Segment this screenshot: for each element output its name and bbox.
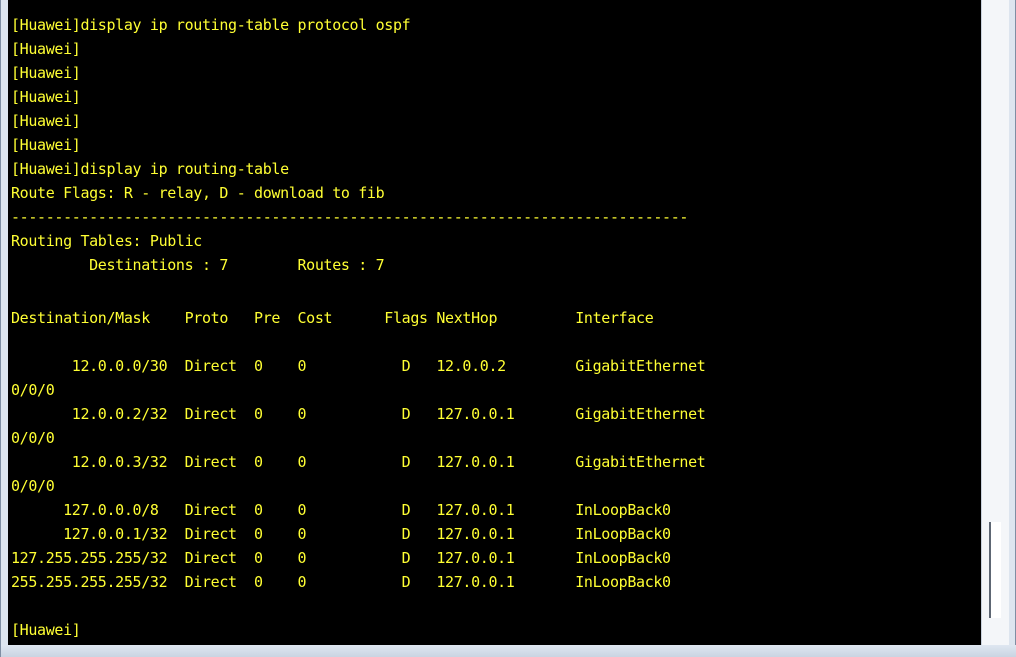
- terminal-separator: ----------------------------------------…: [11, 208, 689, 226]
- scrollbar-thumb[interactable]: [989, 522, 1001, 618]
- route-row: 127.0.0.1/32 Direct 0 0 D 127.0.0.1 InLo…: [11, 525, 671, 543]
- terminal-line: Routing Tables: Public: [11, 232, 202, 250]
- terminal-line: [Huawei]: [11, 64, 81, 82]
- route-row: 12.0.0.3/32 Direct 0 0 D 127.0.0.1 Gigab…: [11, 453, 706, 471]
- terminal-prompt: [Huawei]: [11, 621, 81, 639]
- terminal-line: [Huawei]display ip routing-table protoco…: [11, 16, 411, 34]
- route-row: 127.255.255.255/32 Direct 0 0 D 127.0.0.…: [11, 549, 671, 567]
- route-row: 12.0.0.2/32 Direct 0 0 D 127.0.0.1 Gigab…: [11, 405, 706, 423]
- terminal-window: [Huawei]display ip routing-table protoco…: [0, 0, 1016, 657]
- vertical-scrollbar[interactable]: [981, 0, 1009, 645]
- route-row-wrap: 0/0/0: [11, 477, 55, 495]
- terminal-line: [Huawei]display ip routing-table: [11, 160, 289, 178]
- route-row: 12.0.0.0/30 Direct 0 0 D 12.0.0.2 Gigabi…: [11, 357, 706, 375]
- route-row-wrap: 0/0/0: [11, 381, 55, 399]
- route-row-wrap: 0/0/0: [11, 429, 55, 447]
- terminal-line: [Huawei]: [11, 112, 81, 130]
- terminal-line: [Huawei]: [11, 136, 81, 154]
- terminal-line: Route Flags: R - relay, D - download to …: [11, 184, 385, 202]
- window-bottom-frame: [1, 645, 1016, 657]
- terminal-line: [Huawei]: [11, 40, 81, 58]
- terminal-line: [Huawei]: [11, 88, 81, 106]
- terminal-output[interactable]: [Huawei]display ip routing-table protoco…: [8, 0, 981, 645]
- terminal-line: Destinations : 7 Routes : 7: [11, 256, 385, 274]
- route-row: 255.255.255.255/32 Direct 0 0 D 127.0.0.…: [11, 573, 671, 591]
- routing-table-header: Destination/Mask Proto Pre Cost Flags Ne…: [11, 309, 654, 327]
- route-row: 127.0.0.0/8 Direct 0 0 D 127.0.0.1 InLoo…: [11, 501, 671, 519]
